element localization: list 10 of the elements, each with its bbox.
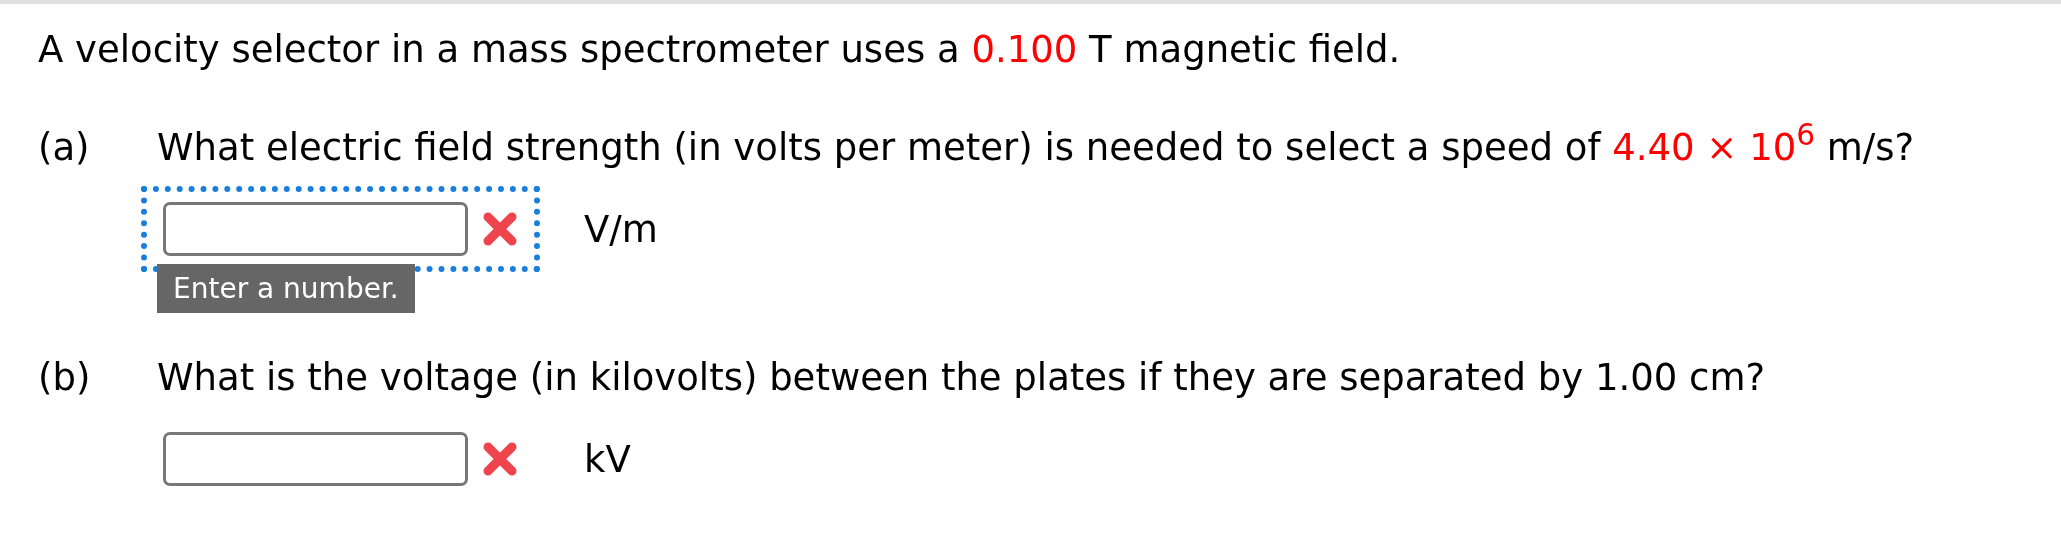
problem-statement: A velocity selector in a mass spectrometer uses a 0.100 T magnetic field. xyxy=(38,27,1402,73)
question-label: (a) xyxy=(38,125,91,171)
answer-field[interactable] xyxy=(163,432,468,486)
question-label: (b) xyxy=(38,355,92,401)
unit-label: kV xyxy=(584,437,631,481)
validation-tooltip: Enter a number. xyxy=(157,264,415,313)
question-text: What electric field strength (in volts per meter) is needed to select a speed of 4.40 × 10$^{6}$ m/s? xyxy=(157,124,1915,171)
answer-field[interactable] xyxy=(163,202,468,256)
unit-label: V/m xyxy=(584,207,658,251)
question-text: What is the voltage (in kilovolts) between the plates if they are separated by 1.00 cm? xyxy=(157,355,1766,401)
